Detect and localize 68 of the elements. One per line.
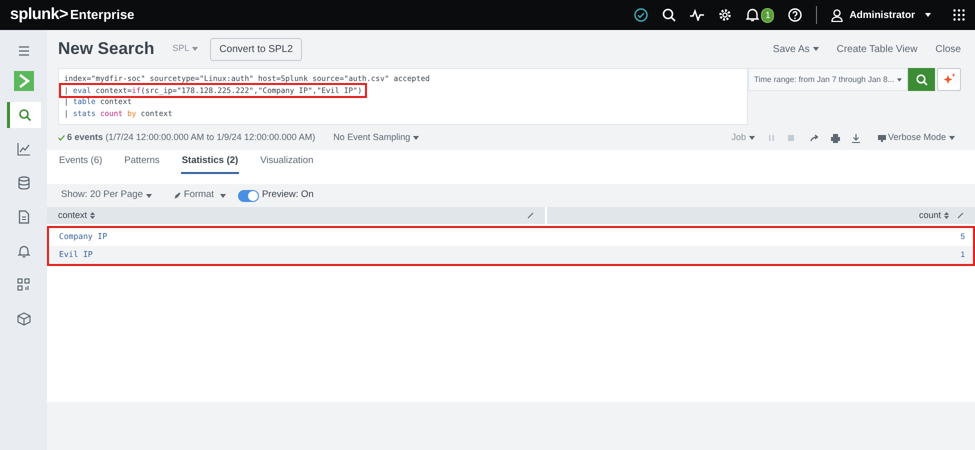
line-chart-icon <box>16 142 30 156</box>
column-header[interactable]: context <box>47 207 547 224</box>
share-icon[interactable] <box>810 134 819 142</box>
caret-icon <box>220 194 226 198</box>
pencil-icon[interactable] <box>957 212 964 219</box>
convert-button[interactable]: Convert to SPL2 <box>210 38 302 60</box>
table-cell-text: 1 <box>960 249 966 261</box>
save-as-menu[interactable]: Save As <box>772 42 819 56</box>
brand-logo[interactable]: splunk> <box>10 3 68 27</box>
caret-icon <box>413 136 420 140</box>
sparkle-icon <box>942 73 956 86</box>
table-cell-text: Company IP <box>58 231 108 243</box>
app-logo-icon <box>14 71 34 91</box>
caret-icon <box>146 194 152 198</box>
check-icon <box>58 135 65 141</box>
sort-icon <box>944 212 949 219</box>
action-link[interactable]: Create Table View <box>836 42 918 56</box>
ai-assist-button[interactable] <box>937 68 961 91</box>
bell-icon[interactable] <box>746 8 760 22</box>
preview-label: Preview: On <box>262 188 314 202</box>
user-icon <box>831 8 844 22</box>
notification-badge: 1 <box>761 8 774 22</box>
cube-icon <box>16 312 30 326</box>
format-menu[interactable]: Format <box>174 188 226 203</box>
search-button[interactable] <box>908 68 935 91</box>
apps-grid-icon[interactable] <box>953 9 965 21</box>
tab[interactable]: Visualization <box>259 150 314 174</box>
preview-toggle[interactable] <box>238 190 259 202</box>
caret-icon <box>949 136 955 140</box>
check-circle-icon[interactable] <box>634 8 648 22</box>
user-menu[interactable]: Administrator <box>831 8 931 22</box>
database-icon <box>16 176 30 190</box>
help-icon[interactable] <box>788 8 802 22</box>
column-header[interactable]: count <box>547 207 975 224</box>
table-cell-text: 5 <box>960 231 966 243</box>
pencil-icon[interactable] <box>527 212 534 219</box>
mode-dropdown[interactable]: Verbose Mode <box>878 131 955 145</box>
caret-icon <box>748 136 755 140</box>
monitor-icon <box>878 134 886 142</box>
apps-icon <box>16 278 30 292</box>
search-icon[interactable] <box>662 8 676 22</box>
action-link[interactable]: Close <box>935 42 961 56</box>
page-size-dropdown[interactable]: Show: 20 Per Page <box>61 188 152 203</box>
caret-icon <box>925 13 931 17</box>
download-icon[interactable] <box>852 134 860 142</box>
sidebar-item[interactable] <box>6 102 40 128</box>
menu-icon <box>16 44 30 58</box>
tab[interactable]: Patterns <box>123 150 161 174</box>
activity-icon[interactable] <box>690 9 704 21</box>
table-cell-text: Evil IP <box>58 249 94 261</box>
bell-icon <box>16 244 30 258</box>
sort-icon <box>90 212 96 219</box>
job-status-text: 6 events (1/7/24 12:00:00.000 AM to 1/9/24 12:00:00.000 AM) <box>67 131 316 144</box>
page-title: New Search <box>58 38 154 60</box>
document-icon <box>16 210 30 224</box>
pencil-icon <box>174 192 181 199</box>
caret-icon <box>812 47 819 51</box>
print-icon[interactable] <box>830 134 840 142</box>
tab[interactable]: Statistics (2) <box>180 150 240 174</box>
tab[interactable]: Events (6) <box>58 150 104 174</box>
search-icon <box>916 74 928 86</box>
caret-icon <box>192 47 198 51</box>
caret-icon <box>897 78 902 82</box>
search-icon <box>18 108 32 122</box>
time-range-picker[interactable]: Time range: from Jan 7 through Jan 8... <box>748 68 908 91</box>
product-name: Enterprise <box>70 6 134 24</box>
settings-icon[interactable] <box>718 8 732 22</box>
sampling-dropdown[interactable]: No Event Sampling <box>333 131 420 145</box>
